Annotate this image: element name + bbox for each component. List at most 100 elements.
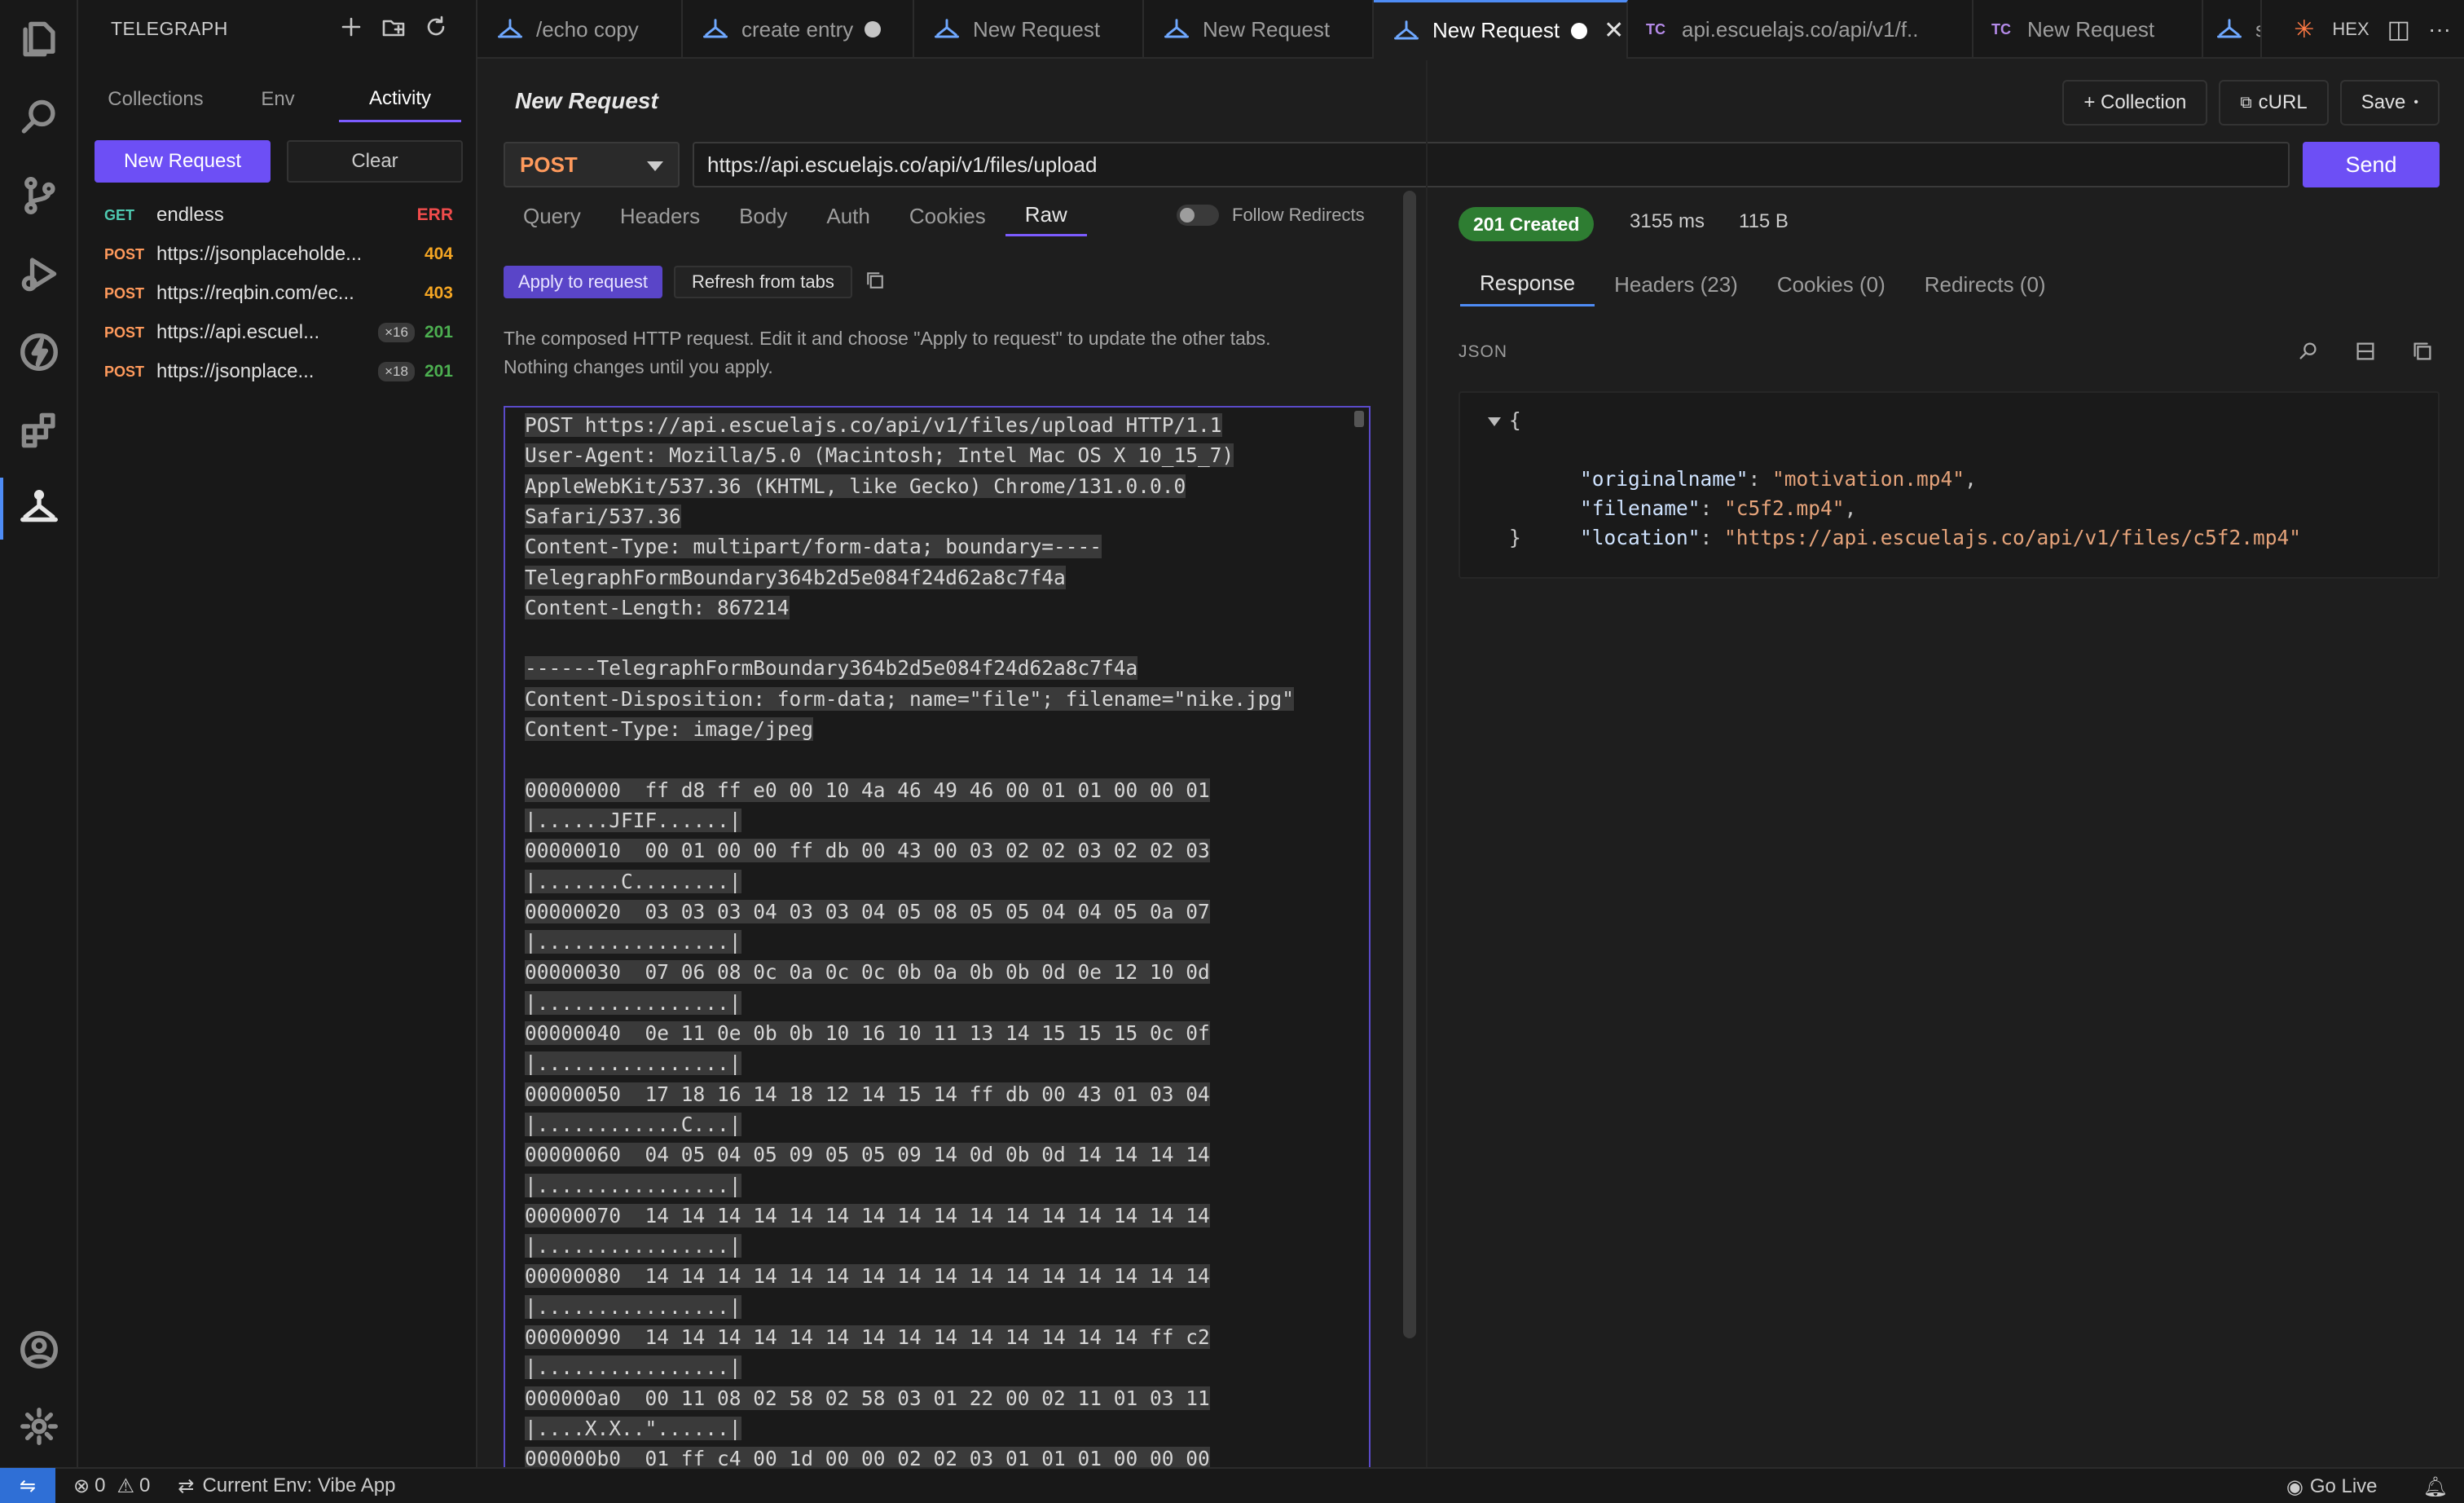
raw-line: User-Agent: Mozilla/5.0 (Macintosh; Inte… [525,441,1234,470]
go-live-button[interactable]: ◉ Go Live [2286,1475,2378,1499]
new-request-button[interactable]: New Request [95,140,271,183]
raw-line: |....X.X.."......| [525,1414,741,1443]
tab-label: /echo copy [536,16,639,42]
settings-gear-icon[interactable] [0,1387,78,1466]
tab-overflow[interactable]: s [2203,0,2262,59]
telegraph-icon [495,15,525,44]
raw-line: |.......C........| [525,867,741,897]
broadcast-icon: ◉ [2286,1475,2303,1498]
request-tabs: Query Headers Body Auth Cookies Raw [504,196,1087,236]
extensions-icon[interactable] [0,391,78,469]
pane-divider[interactable] [1426,60,1428,1467]
request-title[interactable]: New Request [515,88,658,114]
copy-icon[interactable] [2410,339,2435,368]
tab-raw[interactable]: Raw [1005,196,1087,236]
search-icon[interactable] [2296,339,2321,368]
explorer-icon[interactable] [0,0,78,78]
problems-indicator[interactable]: ⊗ 0 ⚠ 0 [73,1474,150,1498]
raw-line: 00000090 14 14 14 14 14 14 14 14 14 14 1… [525,1323,1210,1352]
tab-new-request[interactable]: New Request [1144,0,1374,59]
refresh-icon[interactable] [420,11,451,42]
current-env[interactable]: ⇄ Current Env: Vibe App [178,1474,395,1498]
new-folder-icon[interactable] [378,11,409,42]
add-collection-button[interactable]: + Collection [2062,80,2208,126]
tab-response[interactable]: Response [1460,262,1595,306]
tc-badge: TC [1991,20,2011,37]
url-input[interactable]: https://api.escuelajs.co/api/v1/files/up… [693,142,2290,187]
history-item[interactable]: GET endless ERR [95,196,461,235]
sparkle-icon[interactable]: ✳ [2294,15,2314,44]
follow-redirects-label: Follow Redirects [1232,205,1365,225]
unsaved-dot-icon [1571,22,1588,39]
editor-scrollbar[interactable] [1354,411,1364,427]
tab-label: api.escuelajs.co/api/v1/f.. [1682,16,1919,42]
hex-button[interactable]: HEX [2332,19,2369,40]
status-bar-right: ◉ Go Live 🔔︎ [2268,1469,2448,1503]
tab-activity[interactable]: Activity [339,77,461,122]
remote-icon[interactable]: ⇋ [0,1468,55,1503]
json-close-brace: } [1509,526,1521,549]
curl-button[interactable]: ⧉ cURL [2219,80,2329,126]
raw-line: Safari/537.36 [525,502,681,531]
search-icon[interactable] [0,78,78,156]
history-item[interactable]: POST https://jsonplace... ×18 201 [95,352,461,391]
tab-api-escuelajs[interactable]: TC api.escuelajs.co/api/v1/f.. [1628,0,1973,59]
tab-response-headers[interactable]: Headers (23) [1595,262,1758,306]
tab-headers[interactable]: Headers [601,196,719,236]
raw-description-line: The composed HTTP request. Edit it and c… [504,328,1271,349]
notifications-bell-icon[interactable]: 🔔︎ [2423,1475,2448,1499]
add-icon[interactable] [336,11,367,42]
split-editor-icon[interactable]: ◫ [2387,15,2410,44]
raw-line-text: |.......C........| [525,869,741,893]
send-button[interactable]: Send [2303,142,2440,187]
save-button[interactable]: Save • [2339,80,2440,126]
tab-auth[interactable]: Auth [807,196,890,236]
raw-line-text: Safari/537.36 [525,504,681,528]
run-debug-icon[interactable] [0,235,78,313]
history-url: https://api.escuel... [156,321,320,343]
raw-line-text: |....X.X.."......| [525,1416,741,1440]
tab-cookies[interactable]: Cookies [890,196,1005,236]
raw-line: 00000080 14 14 14 14 14 14 14 14 14 14 1… [525,1262,1210,1291]
raw-line-text: 00000020 03 03 03 04 03 03 04 05 08 05 0… [525,899,1210,923]
request-pane-scrollbar[interactable] [1403,191,1416,1338]
refresh-from-tabs-button[interactable]: Refresh from tabs [673,266,852,298]
account-icon[interactable] [0,1311,78,1389]
lightning-icon[interactable] [0,313,78,391]
clear-button[interactable]: Clear [287,140,463,183]
tab-query[interactable]: Query [504,196,601,236]
source-control-icon[interactable] [0,156,78,235]
tab-new-request-tc[interactable]: TC New Request [1973,0,2203,59]
json-value: "https://api.escuelajs.co/api/v1/files/c… [1724,526,2302,549]
raw-description-line: Nothing changes until you apply. [504,356,773,377]
tab-response-redirects[interactable]: Redirects (0) [1905,262,2066,306]
tab-label: New Request [2027,16,2155,42]
history-item[interactable]: POST https://reqbin.com/ec... 403 [95,274,461,313]
follow-redirects-toggle[interactable] [1177,205,1219,226]
fold-chevron-icon[interactable] [1488,417,1501,426]
tab-body[interactable]: Body [719,196,807,236]
tab-echo-copy[interactable]: /echo copy [477,0,683,59]
history-item[interactable]: POST https://jsonplaceholde... 404 [95,235,461,274]
tab-new-request-active[interactable]: New Request ✕ [1374,0,1628,59]
method-select[interactable]: POST [504,142,680,187]
tab-new-request[interactable]: New Request [914,0,1144,59]
error-icon: ⊗ [73,1474,90,1497]
more-actions-icon[interactable]: ··· [2428,16,2451,42]
json-viewer[interactable]: { "originalname": "motivation.mp4", "fil… [1459,391,2440,579]
json-field: "location": "https://api.escuelajs.co/ap… [1580,526,2302,549]
tab-collections[interactable]: Collections [95,77,217,122]
tab-response-cookies[interactable]: Cookies (0) [1758,262,1905,306]
history-method: POST [104,245,145,262]
tab-env[interactable]: Env [217,77,339,122]
raw-line-text: Content-Type: image/jpeg [525,717,814,741]
follow-redirects[interactable]: Follow Redirects [1177,199,1365,231]
copy-icon[interactable] [864,269,887,296]
telegraph-icon[interactable] [0,469,78,548]
raw-request-editor[interactable]: POST https://api.escuelajs.co/api/v1/fil… [504,406,1371,1467]
collapse-icon[interactable] [2353,339,2378,368]
tab-create-entry[interactable]: create entry [683,0,914,59]
close-icon[interactable]: ✕ [1604,16,1624,45]
history-item[interactable]: POST https://api.escuel... ×16 201 [95,313,461,352]
apply-to-request-button[interactable]: Apply to request [504,266,662,298]
